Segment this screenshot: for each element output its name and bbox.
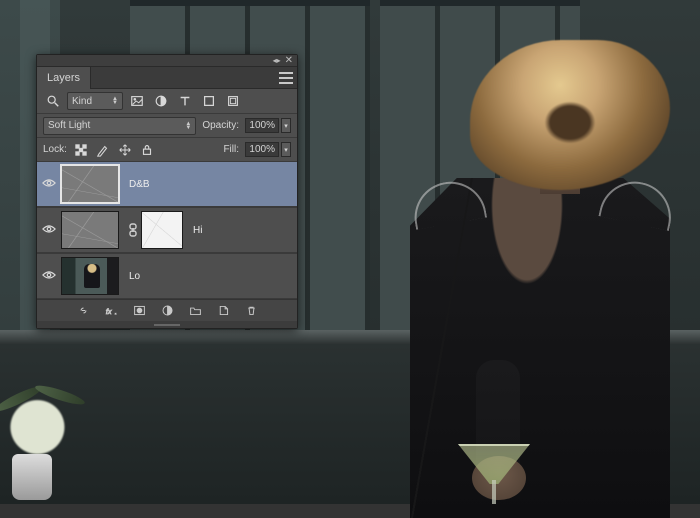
layer-row[interactable]: D&B: [37, 161, 297, 207]
filter-smartobject-icon[interactable]: [223, 93, 243, 109]
collapse-icon[interactable]: ◂▸: [273, 56, 281, 65]
filter-kind-value: Kind: [72, 96, 108, 107]
blend-row: Soft Light ▲▼ Opacity: 100% ▾: [37, 113, 297, 137]
layer-thumbnail[interactable]: [61, 165, 119, 203]
layer-name[interactable]: Lo: [129, 271, 140, 282]
svg-text:fx: fx: [105, 307, 111, 316]
fill-label: Fill:: [223, 144, 239, 155]
layer-row[interactable]: Hi: [37, 207, 297, 253]
eye-icon[interactable]: [42, 224, 56, 237]
panel-tabbar: Layers: [37, 67, 297, 89]
lock-row: Lock: Fill: 100% ▾: [37, 137, 297, 161]
panel-footer: fx: [37, 299, 297, 321]
tab-layers[interactable]: Layers: [37, 67, 91, 89]
new-layer-icon[interactable]: [216, 304, 230, 318]
delete-layer-icon[interactable]: [244, 304, 258, 318]
blend-mode-select[interactable]: Soft Light ▲▼: [43, 117, 196, 135]
filter-shape-icon[interactable]: [199, 93, 219, 109]
adjustment-layer-icon[interactable]: [160, 304, 174, 318]
layer-fx-icon[interactable]: fx: [104, 304, 118, 318]
blend-mode-value: Soft Light: [48, 120, 181, 131]
panel-menu-icon[interactable]: [279, 72, 293, 84]
add-mask-icon[interactable]: [132, 304, 146, 318]
layer-thumbnail[interactable]: [61, 211, 119, 249]
lock-pixels-icon[interactable]: [95, 142, 111, 158]
filter-kind-select[interactable]: Kind ▲▼: [67, 92, 123, 110]
panel-topbar[interactable]: ◂▸ ✕: [37, 55, 297, 67]
layer-name[interactable]: D&B: [129, 179, 150, 190]
fill-dropdown-icon[interactable]: ▾: [281, 142, 291, 157]
lock-position-icon[interactable]: [117, 142, 133, 158]
fill-field[interactable]: 100% ▾: [245, 142, 291, 157]
filter-pixel-icon[interactable]: [127, 93, 147, 109]
layer-thumbnail[interactable]: [61, 257, 119, 295]
filter-adjustment-icon[interactable]: [151, 93, 171, 109]
eye-icon[interactable]: [42, 178, 56, 191]
filter-type-icon[interactable]: [175, 93, 195, 109]
layers-panel: ◂▸ ✕ Layers Kind ▲▼: [36, 54, 298, 329]
opacity-dropdown-icon[interactable]: ▾: [281, 118, 291, 133]
opacity-value[interactable]: 100%: [245, 118, 279, 133]
layer-list: D&B Hi Lo: [37, 161, 297, 299]
layer-row[interactable]: Lo: [37, 253, 297, 299]
close-icon[interactable]: ✕: [285, 56, 293, 66]
mask-link-icon[interactable]: [125, 223, 141, 237]
layer-mask-thumbnail[interactable]: [141, 211, 183, 249]
lock-all-icon[interactable]: [139, 142, 155, 158]
opacity-label: Opacity:: [202, 120, 239, 131]
link-layers-icon[interactable]: [76, 304, 90, 318]
opacity-field[interactable]: 100% ▾: [245, 118, 291, 133]
panel-resize-handle[interactable]: [37, 321, 297, 328]
layer-name[interactable]: Hi: [193, 225, 202, 236]
search-icon[interactable]: [43, 93, 63, 109]
tab-label: Layers: [47, 72, 80, 84]
filter-row: Kind ▲▼: [37, 89, 297, 113]
fill-value[interactable]: 100%: [245, 142, 279, 157]
lock-label: Lock:: [43, 144, 67, 155]
new-group-icon[interactable]: [188, 304, 202, 318]
eye-icon[interactable]: [42, 270, 56, 283]
lock-transparency-icon[interactable]: [73, 142, 89, 158]
